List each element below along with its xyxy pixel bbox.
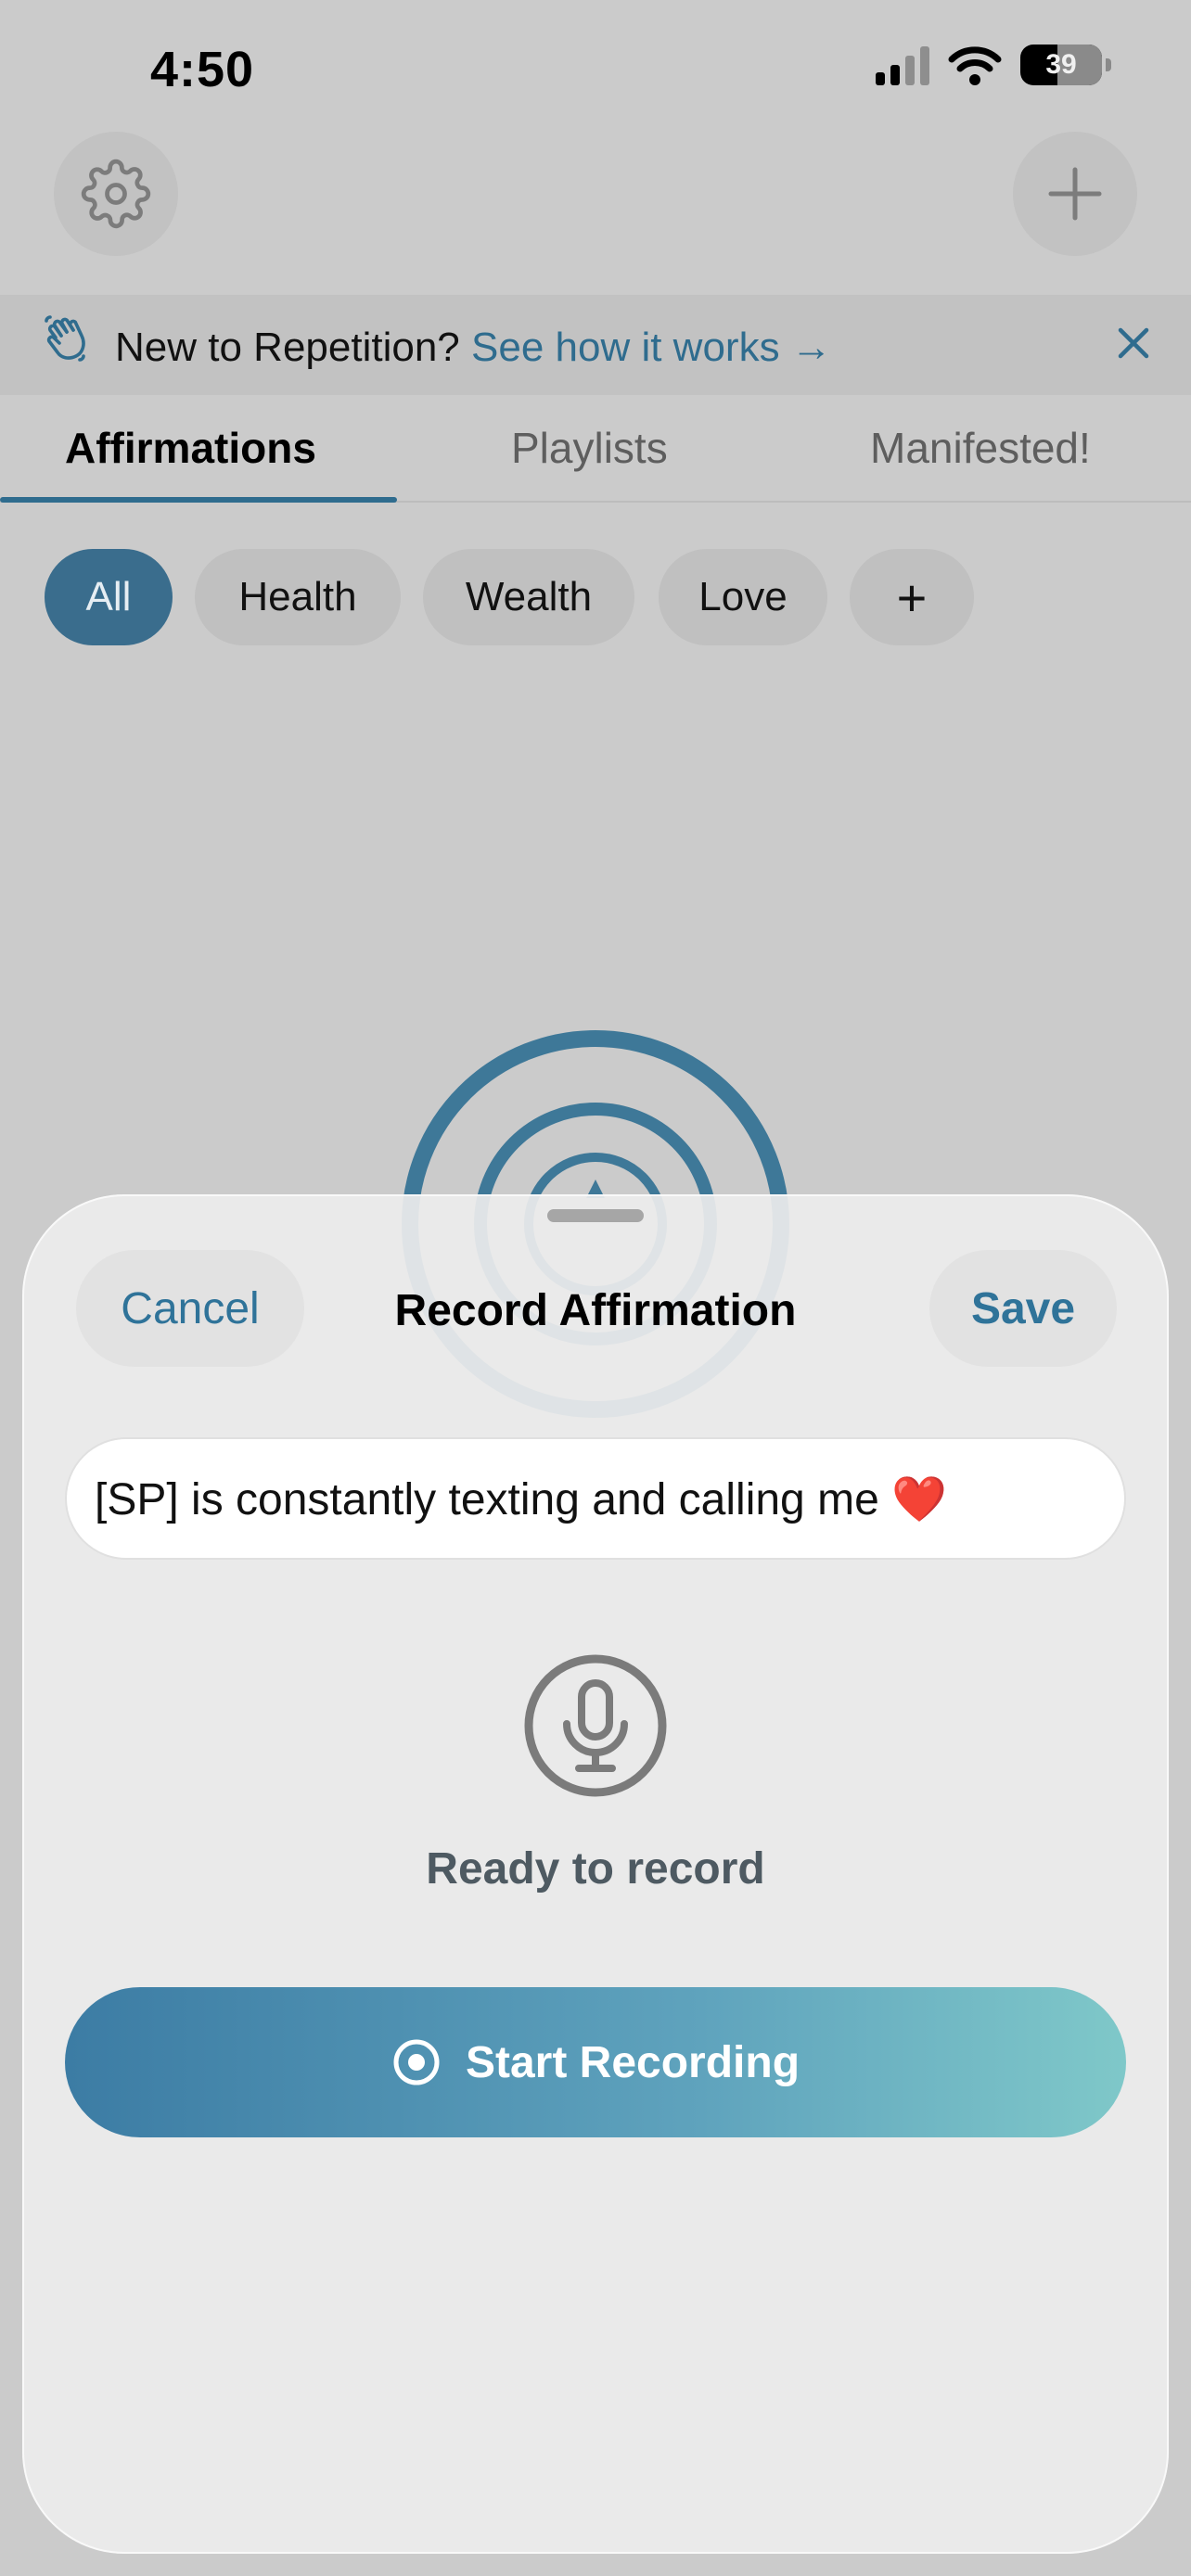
start-recording-button[interactable]: Start Recording: [65, 1987, 1126, 2137]
record-icon: [393, 2039, 440, 2085]
cellular-signal-icon: [876, 45, 929, 85]
category-chip-all[interactable]: All: [45, 549, 173, 645]
microphone-icon[interactable]: [523, 1653, 668, 1798]
add-category-chip[interactable]: +: [850, 549, 974, 645]
battery-icon: 39: [1020, 45, 1111, 85]
plus-icon: [1048, 167, 1102, 221]
save-button[interactable]: Save: [929, 1250, 1117, 1367]
battery-level: 39: [1045, 49, 1077, 80]
recording-status: Ready to record: [426, 1844, 765, 1894]
affirmation-text-field[interactable]: [SP] is constantly texting and calling m…: [65, 1437, 1126, 1560]
waving-hand-icon: [45, 315, 85, 362]
add-affirmation-button[interactable]: [1013, 132, 1137, 256]
status-icons: 39: [876, 45, 1111, 85]
tab-manifested[interactable]: Manifested!: [870, 423, 1091, 473]
status-time: 4:50: [150, 42, 255, 97]
gear-icon: [81, 159, 151, 229]
active-tab-indicator: [0, 497, 397, 503]
tab-affirmations[interactable]: Affirmations: [65, 423, 316, 473]
start-recording-label: Start Recording: [465, 2037, 800, 2087]
onboarding-banner: New to Repetition? See how it works →: [0, 295, 1191, 395]
tab-bar: Affirmations Playlists Manifested!: [0, 395, 1191, 504]
category-chip-wealth[interactable]: Wealth: [423, 549, 634, 645]
sheet-grabber[interactable]: [547, 1209, 644, 1222]
wifi-icon: [948, 46, 1002, 85]
status-bar: 4:50 39: [0, 0, 1191, 139]
banner-text: New to Repetition? See how it works →: [115, 325, 832, 371]
settings-button[interactable]: [54, 132, 178, 256]
banner-lead: New to Repetition?: [115, 325, 460, 370]
record-affirmation-sheet: Cancel Record Affirmation Save [SP] is c…: [22, 1194, 1169, 2554]
category-chip-health[interactable]: Health: [195, 549, 401, 645]
see-how-it-works-link[interactable]: See how it works →: [471, 325, 832, 370]
category-chip-love[interactable]: Love: [659, 549, 827, 645]
close-icon[interactable]: [1113, 323, 1154, 363]
tab-playlists[interactable]: Playlists: [511, 423, 668, 473]
